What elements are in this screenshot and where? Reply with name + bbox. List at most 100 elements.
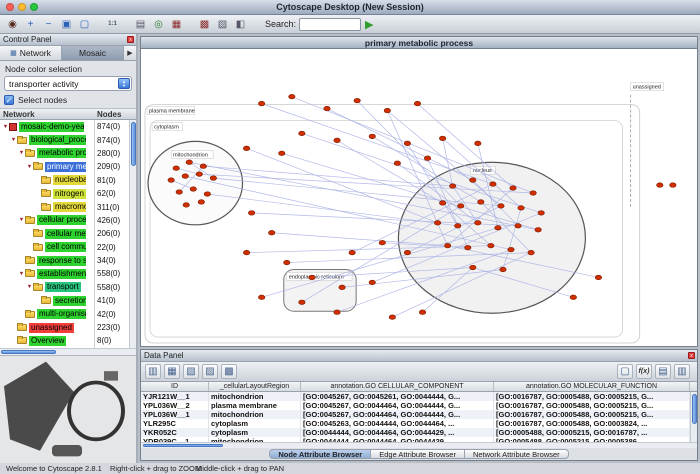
zoom-fit-icon[interactable]: ▢ [77, 17, 92, 32]
network-node[interactable] [498, 204, 504, 209]
tree-node-label[interactable]: nitrogen compo... [53, 189, 86, 199]
zoom-selected-icon[interactable]: ▣ [59, 17, 74, 32]
export-attributes-icon[interactable]: ▥ [674, 364, 690, 379]
network-node[interactable] [200, 164, 206, 169]
network-node[interactable] [535, 227, 541, 232]
expand-triangle-icon[interactable]: ▼ [2, 124, 9, 130]
network-node[interactable] [299, 300, 305, 305]
network-node[interactable] [595, 275, 601, 280]
network-node[interactable] [168, 178, 174, 183]
table-cell[interactable]: YKR052C [141, 428, 209, 437]
tree-row[interactable]: nitrogen compo...62(0) [0, 187, 136, 200]
network-node[interactable] [670, 183, 676, 188]
cytoscape-logo-icon[interactable]: ◉ [5, 17, 20, 32]
table-row[interactable]: YPL036W__2plasma membrane[GO:0045267, GO… [141, 401, 697, 410]
network-node[interactable] [204, 192, 210, 197]
network-node[interactable] [414, 101, 420, 106]
network-node[interactable] [518, 206, 524, 211]
snapshot-icon[interactable]: ▤ [133, 17, 148, 32]
network-node[interactable] [299, 131, 305, 136]
table-row[interactable]: YPL036W__1mitochondrion[GO:0045267, GO:0… [141, 410, 697, 419]
tree-node-label[interactable]: unassigned [29, 323, 74, 333]
attribute-create-icon[interactable]: ▦ [164, 364, 180, 379]
expand-triangle-icon[interactable]: ▼ [26, 164, 33, 170]
network-node[interactable] [210, 176, 216, 181]
network-node[interactable] [369, 280, 375, 285]
tab-edge-attribute-browser[interactable]: Edge Attribute Browser [371, 449, 465, 459]
network-node[interactable] [309, 275, 315, 280]
network-node[interactable] [404, 250, 410, 255]
table-row[interactable]: YKR052Ccytoplasm[GO:0044444, GO:0044464,… [141, 428, 697, 437]
network-node[interactable] [439, 136, 445, 141]
network-node[interactable] [475, 141, 481, 146]
tab-network[interactable]: ▦ Network [0, 46, 62, 60]
network-node[interactable] [389, 315, 395, 320]
network-node[interactable] [470, 178, 476, 183]
table-horizontal-scrollbar[interactable] [141, 442, 697, 448]
tree-node-label[interactable]: biological_process [29, 135, 86, 145]
table-cell[interactable]: [GO:0016787, GO:0005488, GO:0005215, G..… [494, 410, 690, 419]
tree-row[interactable]: response to stimul...34(0) [0, 254, 136, 267]
tree-vscroll-thumb[interactable] [131, 122, 136, 166]
tree-row[interactable]: ▼primary metab...209(0) [0, 160, 136, 173]
network-node[interactable] [190, 187, 196, 192]
network-node[interactable] [478, 200, 484, 205]
tree-node-label[interactable]: Overview [29, 336, 66, 346]
table-row[interactable]: YJR121W__1mitochondrion[GO:0045267, GO:0… [141, 392, 697, 401]
tree-hscroll-thumb[interactable] [1, 350, 56, 354]
window-titlebar[interactable]: Cytoscape Desktop (New Session) [0, 0, 700, 15]
tree-column-network[interactable]: Network [3, 110, 35, 119]
network-node[interactable] [196, 172, 202, 177]
network-node[interactable] [465, 245, 471, 250]
network-node[interactable] [508, 247, 514, 252]
node-color-dropdown[interactable]: transporter activity ▲▼ [4, 76, 132, 91]
tab-mosaic[interactable]: Mosaic [62, 46, 124, 60]
table-cell[interactable]: mitochondrion [209, 410, 301, 419]
network-node[interactable] [475, 221, 481, 226]
table-column-header[interactable]: ID [141, 382, 209, 391]
network-node[interactable] [424, 156, 430, 161]
network-node[interactable] [284, 260, 290, 265]
network-node[interactable] [570, 295, 576, 300]
close-button[interactable] [6, 3, 14, 11]
tree-row[interactable]: ▼metabolic process280(0) [0, 147, 136, 160]
tree-row[interactable]: cell communica...22(0) [0, 241, 136, 254]
network-node[interactable] [379, 240, 385, 245]
expand-triangle-icon[interactable]: ▼ [26, 284, 33, 290]
network-node[interactable] [349, 250, 355, 255]
tree-row[interactable]: ▼mosaic-demo-yeast874(0) [0, 120, 136, 133]
tree-row[interactable]: Overview8(0) [0, 334, 136, 347]
network-node[interactable] [394, 161, 400, 166]
control-panel-close-icon[interactable]: x [127, 36, 134, 43]
tree-column-nodes[interactable]: Nodes [97, 110, 121, 119]
attribute-delete-icon[interactable]: ▧ [183, 364, 199, 379]
selection-mode-icon[interactable]: ▢ [617, 364, 633, 379]
network-node[interactable] [444, 243, 450, 248]
network-node[interactable] [530, 191, 536, 196]
attribute-formula-icon[interactable]: ▨ [202, 364, 218, 379]
network-node[interactable] [404, 141, 410, 146]
network-edge[interactable] [292, 97, 533, 193]
tree-node-label[interactable]: macromolecule... [53, 202, 86, 212]
tab-overflow-icon[interactable]: ▶ [124, 46, 136, 60]
network-node[interactable] [528, 250, 534, 255]
tree-row[interactable]: unassigned223(0) [0, 321, 136, 334]
tree-row[interactable]: multi-organism pro...42(0) [0, 307, 136, 320]
network-view-title[interactable]: primary metabolic process [141, 37, 697, 49]
expand-triangle-icon[interactable]: ▼ [18, 217, 25, 223]
network-node[interactable] [173, 166, 179, 171]
network-node[interactable] [268, 230, 274, 235]
tree-node-label[interactable]: establishment of lo... [37, 269, 86, 279]
network-node[interactable] [258, 295, 264, 300]
table-cell[interactable]: YPL036W__1 [141, 410, 209, 419]
network-node[interactable] [324, 106, 330, 111]
network-node[interactable] [384, 108, 390, 113]
tree-node-label[interactable]: cellular metabo... [45, 229, 86, 239]
tree-row[interactable]: nucleobase...81(0) [0, 174, 136, 187]
attribute-select-icon[interactable]: ▥ [145, 364, 161, 379]
tree-row[interactable]: ▼establishment of lo...558(0) [0, 267, 136, 280]
tree-node-label[interactable]: metabolic process [37, 148, 86, 158]
table-column-header[interactable]: annotation.GO CELLULAR_COMPONENT [301, 382, 494, 391]
network-node[interactable] [182, 174, 188, 179]
network-node[interactable] [334, 310, 340, 315]
